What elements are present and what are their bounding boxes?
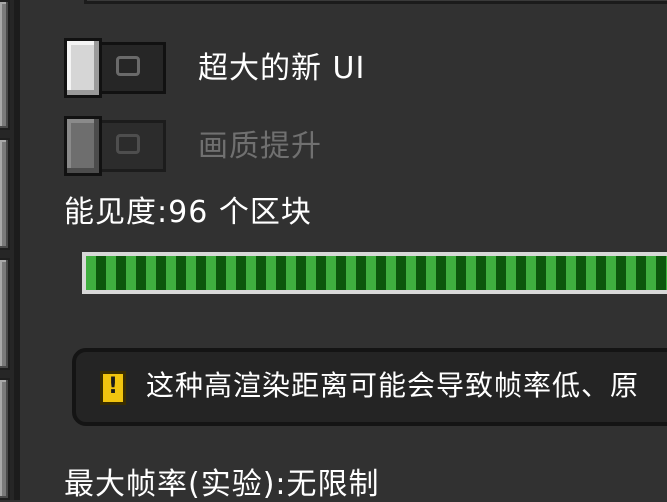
giant-ui-toggle[interactable] <box>64 38 166 98</box>
side-tab-4[interactable] <box>0 378 10 500</box>
toggle-handle[interactable] <box>64 116 102 176</box>
giant-ui-label: 超大的新 UI <box>198 51 366 86</box>
render-distance-slider[interactable] <box>82 252 667 294</box>
side-tab-3[interactable] <box>0 258 10 370</box>
graphics-upgrade-toggle[interactable] <box>64 116 166 176</box>
warning-banner: ! 这种高渲染距离可能会导致帧率低、原 <box>72 348 667 426</box>
toggle-indicator-icon <box>116 56 140 76</box>
warning-text: 这种高渲染距离可能会导致帧率低、原 <box>146 369 640 402</box>
panel-divider <box>14 0 20 500</box>
side-tab-2[interactable] <box>0 138 10 250</box>
toggle-handle[interactable] <box>64 38 102 98</box>
graphics-upgrade-label: 画质提升 <box>198 129 322 164</box>
side-tab-1[interactable] <box>0 0 10 130</box>
max-framerate-label: 最大帧率(实验):无限制 <box>64 467 380 502</box>
render-distance-label: 能见度:96 个区块 <box>64 195 312 230</box>
top-panel-edge <box>84 0 667 4</box>
side-tab-strip <box>0 0 14 500</box>
exclamation-icon: ! <box>100 371 126 405</box>
toggle-indicator-icon <box>116 134 140 154</box>
slider-fill <box>86 256 667 290</box>
